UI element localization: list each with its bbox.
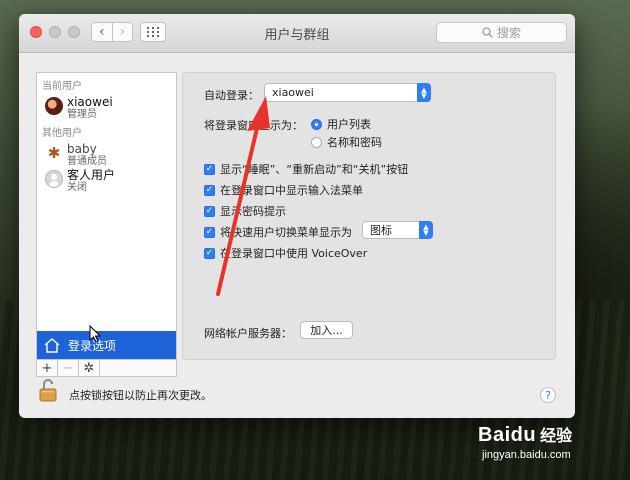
auto-login-label: 自动登录： <box>204 89 259 102</box>
gingerbread-avatar-icon: ✱ <box>47 144 61 162</box>
checkbox-label: 显示“睡眠”、“重新启动”和“关机”按钮 <box>220 163 409 176</box>
checkbox-label: 在登录窗口中使用 VoiceOver <box>220 247 368 260</box>
guest-avatar-icon <box>45 170 63 188</box>
checkbox-label: 将快速用户切换菜单显示为 <box>220 226 352 239</box>
remove-user-button[interactable]: − <box>58 360 79 376</box>
auto-login-popup[interactable]: xiaowei ▲ ▼ <box>264 83 431 102</box>
search-icon <box>482 27 493 38</box>
radio-name-password-label: 名称和密码 <box>327 136 382 149</box>
join-button[interactable]: 加入... <box>300 321 353 339</box>
checkbox-label: 在登录窗口中显示输入法菜单 <box>220 184 363 197</box>
lock-icon[interactable] <box>39 378 57 402</box>
login-options-item[interactable]: 登录选项 <box>37 331 176 359</box>
checkmark-icon: ✓ <box>204 184 215 196</box>
add-user-button[interactable]: + <box>37 360 58 376</box>
user-item-guest[interactable]: 客人用户 关闭 <box>37 167 176 193</box>
watermark-url: jingyan.baidu.com <box>482 449 571 461</box>
fast-switch-popup[interactable]: 图标 ▲ ▼ <box>362 221 433 239</box>
checkbox-show-password-hints[interactable]: ✓ 显示密码提示 <box>204 203 286 219</box>
checkbox-show-input-menu[interactable]: ✓ 在登录窗口中显示输入法菜单 <box>204 182 363 198</box>
watermark-brand: Baidu <box>478 424 537 446</box>
user-role: 关闭 <box>67 182 87 193</box>
avatar <box>45 97 63 115</box>
watermark-cn: 经验 <box>540 428 573 445</box>
popup-arrows-icon: ▲ ▼ <box>417 83 431 102</box>
user-name: baby <box>67 142 97 156</box>
user-name: xiaowei <box>67 95 113 109</box>
house-icon <box>44 338 60 353</box>
users-groups-window: ‹ › 用户与群组 搜索 当前用户 xiaowei 管理员 其他用户 ✱ bab… <box>19 14 575 418</box>
network-server-label: 网络帐户服务器： <box>204 327 292 340</box>
other-users-header: 其他用户 <box>42 128 82 139</box>
display-as-label: 将登录窗口显示为： <box>204 119 303 132</box>
checkbox-fast-user-switching[interactable]: ✓ 将快速用户切换菜单显示为 <box>204 224 352 240</box>
checkmark-icon: ✓ <box>204 226 215 238</box>
radio-user-list-label: 用户列表 <box>327 118 371 131</box>
search-field[interactable]: 搜索 <box>436 22 567 43</box>
auto-login-value: xiaowei <box>272 86 314 99</box>
title-bar: ‹ › 用户与群组 搜索 <box>19 14 575 53</box>
user-role: 管理员 <box>67 109 97 120</box>
current-users-header: 当前用户 <box>42 81 82 92</box>
fast-switch-value: 图标 <box>370 224 392 237</box>
checkmark-icon: ✓ <box>204 247 215 259</box>
radio-button-icon <box>311 118 322 130</box>
popup-arrows-icon: ▲ ▼ <box>419 221 433 239</box>
checkmark-icon: ✓ <box>204 163 215 175</box>
user-item-xiaowei[interactable]: xiaowei 管理员 <box>37 94 176 120</box>
login-options-label: 登录选项 <box>68 338 117 353</box>
user-name: 客人用户 <box>67 168 116 182</box>
checkbox-label: 显示密码提示 <box>220 205 286 218</box>
baidu-watermark: Baidu 经验 jingyan.baidu.com <box>478 422 618 472</box>
user-list-sidebar: 当前用户 xiaowei 管理员 其他用户 ✱ baby 普通成员 客人用户 关… <box>36 72 177 360</box>
radio-button-icon <box>311 136 322 148</box>
help-button[interactable]: ? <box>540 387 556 403</box>
user-item-baby[interactable]: ✱ baby 普通成员 <box>37 141 176 167</box>
radio-user-list[interactable]: 用户列表 <box>311 116 371 132</box>
checkbox-show-sleep-restart-shutdown[interactable]: ✓ 显示“睡眠”、“重新启动”和“关机”按钮 <box>204 161 408 177</box>
sidebar-toolbar: + − ✲ <box>36 359 177 377</box>
checkmark-icon: ✓ <box>204 205 215 217</box>
radio-name-password[interactable]: 名称和密码 <box>311 134 382 150</box>
lock-hint-text: 点按锁按钮以防止再次更改。 <box>69 389 212 402</box>
user-role: 普通成员 <box>67 156 107 167</box>
checkbox-voiceover[interactable]: ✓ 在登录窗口中使用 VoiceOver <box>204 245 367 261</box>
search-placeholder: 搜索 <box>496 26 521 40</box>
login-options-panel: 自动登录： xiaowei ▲ ▼ 将登录窗口显示为： 用户列表 名称和密码 ✓ … <box>182 72 556 360</box>
gear-icon[interactable]: ✲ <box>79 360 100 376</box>
